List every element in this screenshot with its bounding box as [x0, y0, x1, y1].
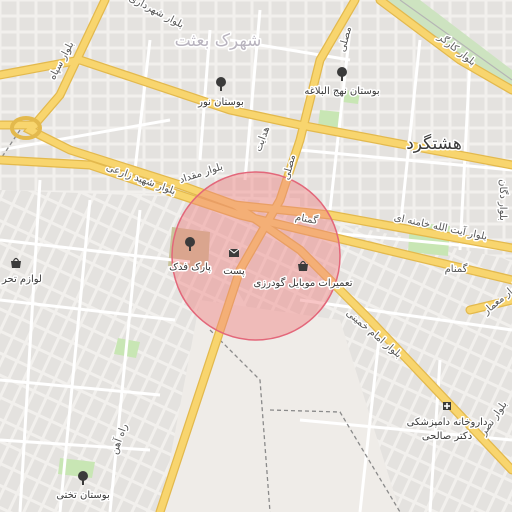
map-view[interactable]: شهرک بعثت هشتگرد بوستان نور بوستان نهج ا… — [0, 0, 512, 512]
poi-label-tamirat[interactable]: تعمیرات موبایل گودرزی — [252, 276, 354, 291]
poi-label-post[interactable]: پست — [222, 265, 247, 279]
poi-label-bustan-nour[interactable]: بوستان نور — [196, 96, 246, 110]
poi-label-bustan-takhti[interactable]: بوستان تختی — [55, 489, 112, 503]
poi-label-darokhaneh-line1[interactable]: داروخانه دامپزشکی — [405, 416, 489, 430]
poi-label-darokhaneh-line2[interactable]: دکتر صالحی — [420, 430, 473, 444]
road-label-edge-right: بلوار دگان — [497, 179, 509, 221]
map-canvas: شهرک بعثت هشتگرد بوستان نور بوستان نهج ا… — [0, 0, 512, 512]
district-label-hashtgerd: هشتگرد — [406, 133, 462, 154]
poi-label-park-fadak[interactable]: پارک فدک — [168, 261, 213, 275]
road-label-gomnam-2: گمنام — [445, 263, 468, 275]
search-radius-circle[interactable] — [171, 171, 341, 341]
poi-label-bustan-nahj[interactable]: بوستان نهج البلاغه — [303, 85, 381, 99]
poi-label-lavazem[interactable]: لوازم تحر — [0, 273, 43, 287]
pharmacy-icon[interactable] — [443, 402, 451, 410]
district-label-shahrak-besat: شهرک بعثت — [175, 31, 262, 51]
post-icon[interactable] — [228, 248, 240, 257]
